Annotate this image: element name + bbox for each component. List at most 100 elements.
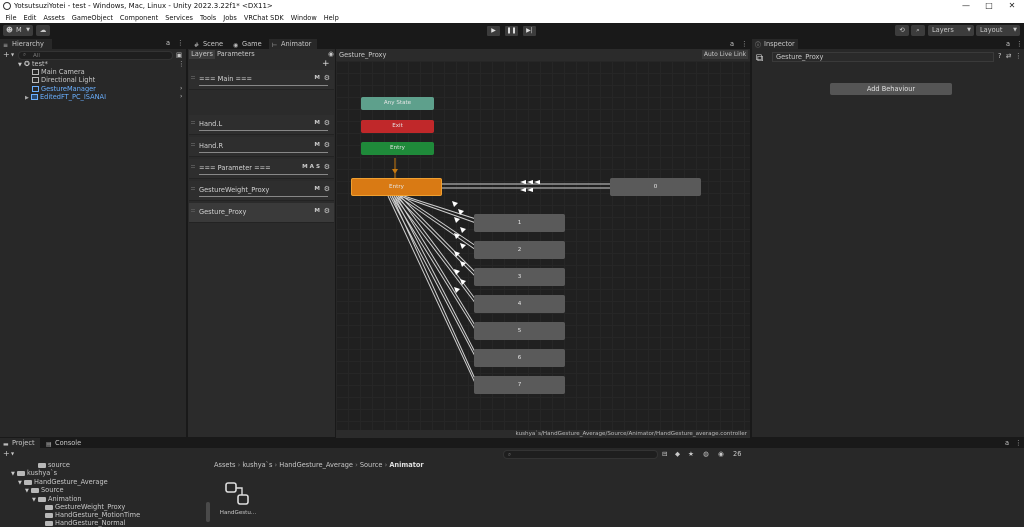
lock-icon[interactable]: a bbox=[1006, 39, 1010, 49]
menu-gameobject[interactable]: GameObject bbox=[68, 14, 116, 22]
layer-weight-slider[interactable] bbox=[199, 152, 328, 153]
layer-weight-slider[interactable] bbox=[199, 174, 328, 175]
state-node-7[interactable]: 7 bbox=[474, 376, 565, 394]
step-button[interactable]: ▶| bbox=[523, 26, 536, 36]
star-icon[interactable]: ★ bbox=[688, 450, 694, 458]
tree-item-handgesture-average[interactable]: ▼ HandGesture_Average bbox=[18, 478, 108, 486]
more-menu-icon[interactable]: ⋮ bbox=[1015, 438, 1022, 448]
breadcrumb-item[interactable]: Animator bbox=[389, 461, 423, 469]
default-state-node[interactable]: Entry bbox=[351, 178, 442, 196]
chevron-right-icon[interactable]: › bbox=[180, 85, 182, 92]
layer-parameter[interactable]: === Parameter === M A S ⚙ bbox=[189, 159, 334, 179]
exit-node[interactable]: Exit bbox=[361, 120, 434, 133]
play-button[interactable]: ▶ bbox=[487, 26, 500, 36]
auto-live-link-toggle[interactable]: Auto Live Link bbox=[702, 50, 748, 59]
tree-scrollbar[interactable] bbox=[206, 502, 210, 522]
object-name-input[interactable]: Gesture_Proxy bbox=[772, 52, 994, 62]
scene-visibility-icon[interactable]: ▣ bbox=[176, 51, 182, 59]
tab-console[interactable]: ▤ Console bbox=[43, 438, 83, 448]
lock-icon[interactable]: a bbox=[730, 39, 734, 49]
state-node-3[interactable]: 3 bbox=[474, 268, 565, 286]
menu-jobs[interactable]: Jobs bbox=[220, 14, 241, 22]
tree-item-gestureweight-proxy[interactable]: GestureWeight_Proxy bbox=[45, 503, 125, 511]
tab-game[interactable]: ◉ Game bbox=[230, 39, 266, 49]
account-dropdown[interactable]: ☻ M ▼ bbox=[3, 25, 33, 36]
lock-icon[interactable]: a bbox=[166, 39, 170, 47]
tab-scene[interactable]: # Scene bbox=[191, 39, 227, 49]
scene-row[interactable]: ▼ ✪ test* bbox=[18, 60, 48, 68]
tree-item-source[interactable]: source bbox=[38, 461, 70, 469]
layers-dropdown[interactable]: Layers ▼ bbox=[928, 25, 974, 36]
layout-dropdown[interactable]: Layout ▼ bbox=[976, 25, 1020, 36]
any-state-node[interactable]: Any State bbox=[361, 97, 434, 110]
state-node-5[interactable]: 5 bbox=[474, 322, 565, 340]
gear-icon[interactable]: ⚙ bbox=[324, 207, 330, 215]
drag-handle-icon[interactable] bbox=[191, 165, 195, 168]
layer-weight-slider[interactable] bbox=[199, 196, 328, 197]
chevron-down-icon[interactable]: ▼ bbox=[11, 52, 14, 57]
eye-icon[interactable]: ◉ bbox=[718, 450, 724, 458]
gear-icon[interactable]: ⚙ bbox=[324, 141, 330, 149]
more-menu-icon[interactable]: ⋮ bbox=[1015, 52, 1022, 60]
menu-vrchat-sdk[interactable]: VRChat SDK bbox=[240, 14, 287, 22]
chevron-down-icon[interactable]: ▼ bbox=[11, 451, 14, 456]
drag-handle-icon[interactable] bbox=[191, 209, 195, 212]
minimize-icon[interactable]: — bbox=[955, 0, 977, 12]
eye-icon[interactable]: ◉ bbox=[328, 50, 334, 58]
entry-node[interactable]: Entry bbox=[361, 142, 434, 155]
visibility-icon[interactable]: ◍ bbox=[703, 450, 709, 458]
more-menu-icon[interactable]: ⋮ bbox=[741, 39, 748, 49]
menu-window[interactable]: Window bbox=[287, 14, 320, 22]
add-layer-icon[interactable]: + bbox=[322, 59, 330, 69]
state-node-2[interactable]: 2 bbox=[474, 241, 565, 259]
animator-graph[interactable]: Any State Exit Entry Entry 0 1 2 3 4 5 6… bbox=[336, 61, 750, 439]
more-menu-icon[interactable]: ⋮ bbox=[178, 60, 185, 68]
breadcrumb-item[interactable]: kushya`s bbox=[242, 461, 272, 469]
graph-breadcrumb[interactable]: Gesture_Proxy bbox=[339, 51, 386, 59]
animator-controller-asset[interactable] bbox=[224, 481, 251, 506]
tab-hierarchy[interactable]: ≡ Hierarchy bbox=[0, 39, 52, 49]
tab-inspector[interactable]: ⓘ Inspector bbox=[752, 39, 798, 49]
drag-handle-icon[interactable] bbox=[191, 76, 195, 79]
undo-history-button[interactable]: ⟲ bbox=[895, 25, 909, 36]
add-icon[interactable]: + bbox=[3, 50, 10, 59]
drag-handle-icon[interactable] bbox=[191, 121, 195, 124]
gear-icon[interactable]: ⚙ bbox=[324, 74, 330, 82]
tree-item-source-folder[interactable]: ▼ Source bbox=[25, 486, 64, 494]
gear-icon[interactable]: ⚙ bbox=[324, 185, 330, 193]
menu-assets[interactable]: Assets bbox=[40, 14, 68, 22]
chevron-right-icon[interactable]: › bbox=[180, 93, 182, 100]
layer-hand-r[interactable]: Hand.R M ⚙ bbox=[189, 137, 334, 157]
layer-weight-slider[interactable] bbox=[199, 130, 328, 131]
menu-edit[interactable]: Edit bbox=[20, 14, 40, 22]
tab-project[interactable]: ▬ Project bbox=[0, 438, 40, 448]
hierarchy-item-edited-ft[interactable]: ▶ EditedFT_PC_ISANAI bbox=[25, 93, 106, 101]
breadcrumb-item[interactable]: HandGesture_Average bbox=[279, 461, 353, 469]
hierarchy-item-gesture-manager[interactable]: GestureManager bbox=[32, 85, 96, 93]
tab-layers[interactable]: Layers bbox=[189, 50, 215, 59]
chevron-down-icon[interactable]: ▼ bbox=[32, 497, 36, 503]
filter-label-icon[interactable]: ◆ bbox=[675, 450, 680, 458]
tree-item-kushyas[interactable]: ▼ kushya`s bbox=[11, 469, 57, 477]
more-menu-icon[interactable]: ⋮ bbox=[177, 39, 184, 47]
layer-gesture-weight-proxy[interactable]: GestureWeight_Proxy M ⚙ bbox=[189, 181, 334, 201]
menu-tools[interactable]: Tools bbox=[197, 14, 220, 22]
hierarchy-item-directional-light[interactable]: Directional Light bbox=[32, 76, 95, 84]
tree-item-animation[interactable]: ▼ Animation bbox=[32, 495, 82, 503]
gear-icon[interactable]: ⚙ bbox=[324, 119, 330, 127]
chevron-down-icon[interactable]: ▼ bbox=[18, 480, 22, 486]
project-search-input[interactable]: ⌕ bbox=[503, 450, 658, 459]
pause-button[interactable]: ❚❚ bbox=[505, 26, 518, 36]
tree-item-handgesture-motiontime[interactable]: HandGesture_MotionTime bbox=[45, 511, 140, 519]
hierarchy-item-main-camera[interactable]: Main Camera bbox=[32, 68, 85, 76]
drag-handle-icon[interactable] bbox=[191, 187, 195, 190]
tab-parameters[interactable]: Parameters bbox=[217, 50, 257, 59]
preset-icon[interactable]: ⇄ bbox=[1006, 52, 1012, 60]
filter-type-icon[interactable]: ⊟ bbox=[662, 450, 668, 458]
drag-handle-icon[interactable] bbox=[191, 143, 195, 146]
hierarchy-search-input[interactable]: ⌕ All bbox=[18, 51, 173, 60]
state-node-4[interactable]: 4 bbox=[474, 295, 565, 313]
more-menu-icon[interactable]: ⋮ bbox=[1016, 39, 1023, 49]
menu-help[interactable]: Help bbox=[320, 14, 342, 22]
gear-icon[interactable]: ⚙ bbox=[324, 163, 330, 171]
